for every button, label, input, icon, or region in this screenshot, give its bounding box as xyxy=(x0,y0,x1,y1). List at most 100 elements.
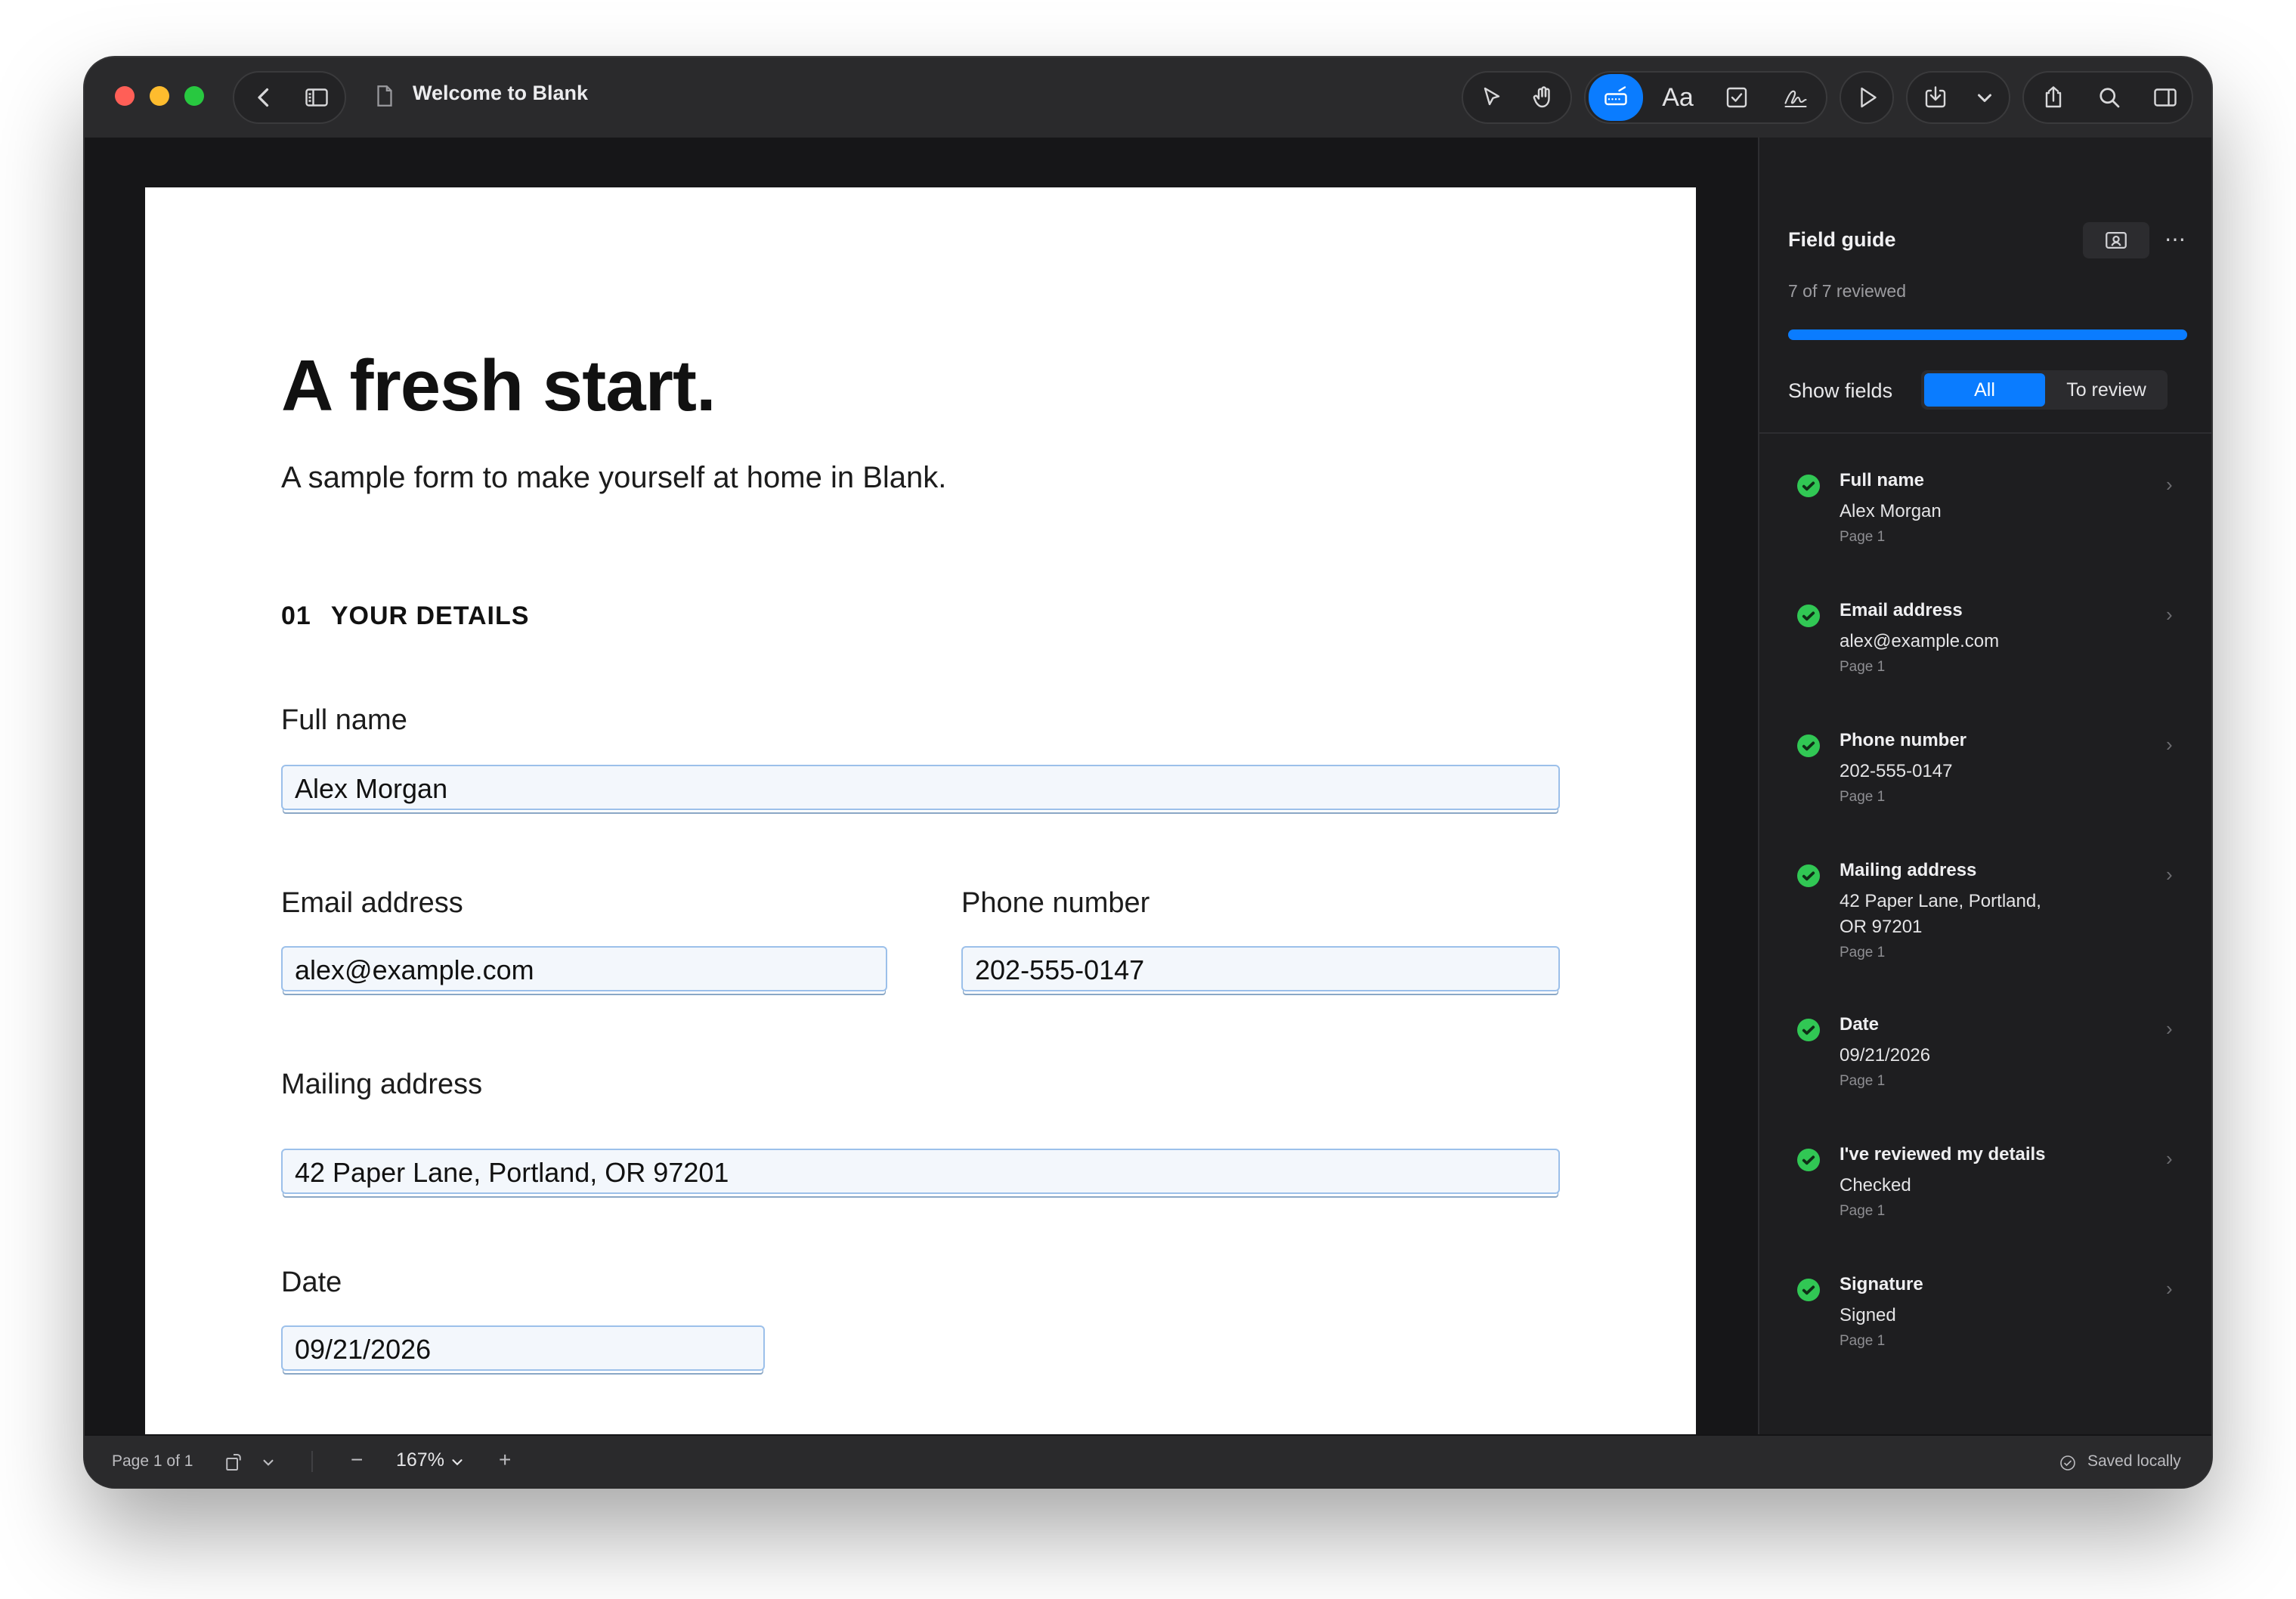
page-subheading: A sample form to make yourself at home i… xyxy=(281,461,947,494)
guide-item-value: Checked xyxy=(1840,1175,1911,1195)
share-icon xyxy=(2045,86,2062,108)
filter-all-button[interactable]: All xyxy=(1924,373,2045,407)
cursor-tools-group xyxy=(1462,71,1572,124)
show-fields-label: Show fields xyxy=(1788,379,1893,402)
full-name-field[interactable]: Alex Morgan xyxy=(281,765,1560,810)
more-options-button[interactable]: ⋯ xyxy=(2164,227,2186,252)
review-progress-fill xyxy=(1788,329,2187,340)
full-name-label: Full name xyxy=(281,704,407,736)
form-fill-tool-button[interactable] xyxy=(1589,74,1643,121)
chevron-down-icon xyxy=(1978,94,1991,102)
check-circle-icon xyxy=(1797,475,1820,497)
guide-item-value: Alex Morgan xyxy=(1840,501,1942,521)
page-indicator: Page 1 of 1 xyxy=(112,1452,193,1470)
title-bar: Welcome to Blank Aa xyxy=(85,57,2211,139)
chevron-right-icon: › xyxy=(2166,603,2173,626)
field-filter-control: All To review xyxy=(1921,370,2168,410)
checkbox-tool-button[interactable] xyxy=(1710,73,1764,122)
present-button[interactable] xyxy=(1843,73,1892,122)
saved-check-icon xyxy=(2060,1455,2075,1471)
share-button[interactable] xyxy=(2027,73,2080,122)
export-group xyxy=(1906,71,2010,124)
chevron-right-icon: › xyxy=(2166,863,2173,886)
document-canvas[interactable]: A fresh start. A sample form to make you… xyxy=(85,138,1758,1442)
check-circle-icon xyxy=(1797,864,1820,887)
zoom-in-button[interactable]: + xyxy=(499,1448,511,1472)
zoom-window-button[interactable] xyxy=(184,86,204,106)
contact-fill-button[interactable] xyxy=(2083,222,2149,258)
sidebar-icon xyxy=(305,88,328,107)
signature-tool-button[interactable] xyxy=(1767,73,1824,122)
play-icon xyxy=(1861,87,1877,108)
chevron-left-icon xyxy=(258,88,269,107)
chevron-right-icon: › xyxy=(2166,1017,2173,1040)
status-bar: Page 1 of 1 − 167% + Saved locally xyxy=(85,1434,2211,1487)
date-field[interactable]: 09/21/2026 xyxy=(281,1325,765,1371)
check-circle-icon xyxy=(1797,1019,1820,1041)
guide-item-page: Page 1 xyxy=(1840,1203,1886,1219)
guide-item-value: alex@example.com xyxy=(1840,631,2000,651)
hand-icon xyxy=(1533,86,1550,108)
chevron-right-icon: › xyxy=(2166,733,2173,756)
minimize-window-button[interactable] xyxy=(150,86,169,106)
app-window: Welcome to Blank Aa A fresh start. A sam… xyxy=(85,57,2211,1487)
check-circle-icon xyxy=(1797,1279,1820,1301)
filter-to-review-button[interactable]: To review xyxy=(2048,373,2164,407)
guide-item[interactable]: Signature Signed Page 1 › xyxy=(1759,1274,2211,1387)
download-button[interactable] xyxy=(1911,73,1960,122)
check-circle-icon xyxy=(1797,735,1820,757)
chevron-right-icon: › xyxy=(2166,1147,2173,1170)
text-tool-button[interactable]: Aa xyxy=(1649,73,1707,122)
close-window-button[interactable] xyxy=(115,86,135,106)
guide-item[interactable]: I've reviewed my details Checked Page 1 … xyxy=(1759,1144,2211,1257)
chevron-down-icon[interactable] xyxy=(449,1454,466,1471)
address-field[interactable]: 42 Paper Lane, Portland, OR 97201 xyxy=(281,1149,1560,1194)
status-divider xyxy=(311,1451,313,1472)
guide-item-page: Page 1 xyxy=(1840,659,1886,675)
guide-item[interactable]: Date 09/21/2026 Page 1 › xyxy=(1759,1014,2211,1127)
zoom-out-button[interactable]: − xyxy=(351,1448,363,1472)
signature-icon xyxy=(1784,90,1807,108)
email-field[interactable]: alex@example.com xyxy=(281,946,887,991)
guide-item-label: I've reviewed my details xyxy=(1840,1144,2046,1164)
nav-group xyxy=(233,71,346,124)
download-options-button[interactable] xyxy=(1962,73,2007,122)
back-button[interactable] xyxy=(239,73,289,122)
utility-group xyxy=(2022,71,2193,124)
toggle-sidebar-button[interactable] xyxy=(292,73,342,122)
guide-item-value: 42 Paper Lane, Portland, OR 97201 xyxy=(1840,891,2041,937)
search-button[interactable] xyxy=(2083,73,2136,122)
panel-divider xyxy=(1759,432,2211,434)
guide-item[interactable]: Phone number 202-555-0147 Page 1 › xyxy=(1759,730,2211,843)
guide-item-label: Phone number xyxy=(1840,730,1967,750)
guide-item[interactable]: Email address alex@example.com Page 1 › xyxy=(1759,600,2211,713)
chevron-right-icon: › xyxy=(2166,473,2173,496)
phone-field[interactable]: 202-555-0147 xyxy=(961,946,1560,991)
inspector-icon xyxy=(2154,88,2177,107)
hand-tool-button[interactable] xyxy=(1519,73,1567,122)
guide-item-value: 202-555-0147 xyxy=(1840,761,1953,781)
present-group xyxy=(1840,71,1894,124)
pointer-tool-button[interactable] xyxy=(1468,73,1516,122)
phone-label: Phone number xyxy=(961,887,1150,919)
pointer-icon xyxy=(1484,87,1500,106)
guide-item-label: Date xyxy=(1840,1014,1880,1035)
guide-item-label: Email address xyxy=(1840,600,1963,620)
chevron-down-icon[interactable] xyxy=(258,1452,278,1472)
document-icon xyxy=(377,85,392,107)
guide-item-label: Signature xyxy=(1840,1274,1923,1294)
address-label: Mailing address xyxy=(281,1069,483,1100)
toggle-inspector-button[interactable] xyxy=(2139,73,2192,122)
section-number: 01 xyxy=(281,602,311,630)
zoom-level[interactable]: 167% xyxy=(396,1449,444,1471)
guide-item-label: Mailing address xyxy=(1840,860,1977,880)
document-page: A fresh start. A sample form to make you… xyxy=(145,187,1696,1442)
guide-item[interactable]: Full name Alex Morgan Page 1 › xyxy=(1759,470,2211,583)
chevron-right-icon: › xyxy=(2166,1277,2173,1300)
review-progress-bar xyxy=(1788,329,2187,340)
guide-item[interactable]: Mailing address 42 Paper Lane, Portland,… xyxy=(1759,860,2211,996)
rotate-page-icon[interactable] xyxy=(222,1451,245,1474)
checkbox-icon xyxy=(1726,87,1747,108)
search-icon xyxy=(2100,88,2120,108)
guide-item-value: 09/21/2026 xyxy=(1840,1045,1931,1065)
